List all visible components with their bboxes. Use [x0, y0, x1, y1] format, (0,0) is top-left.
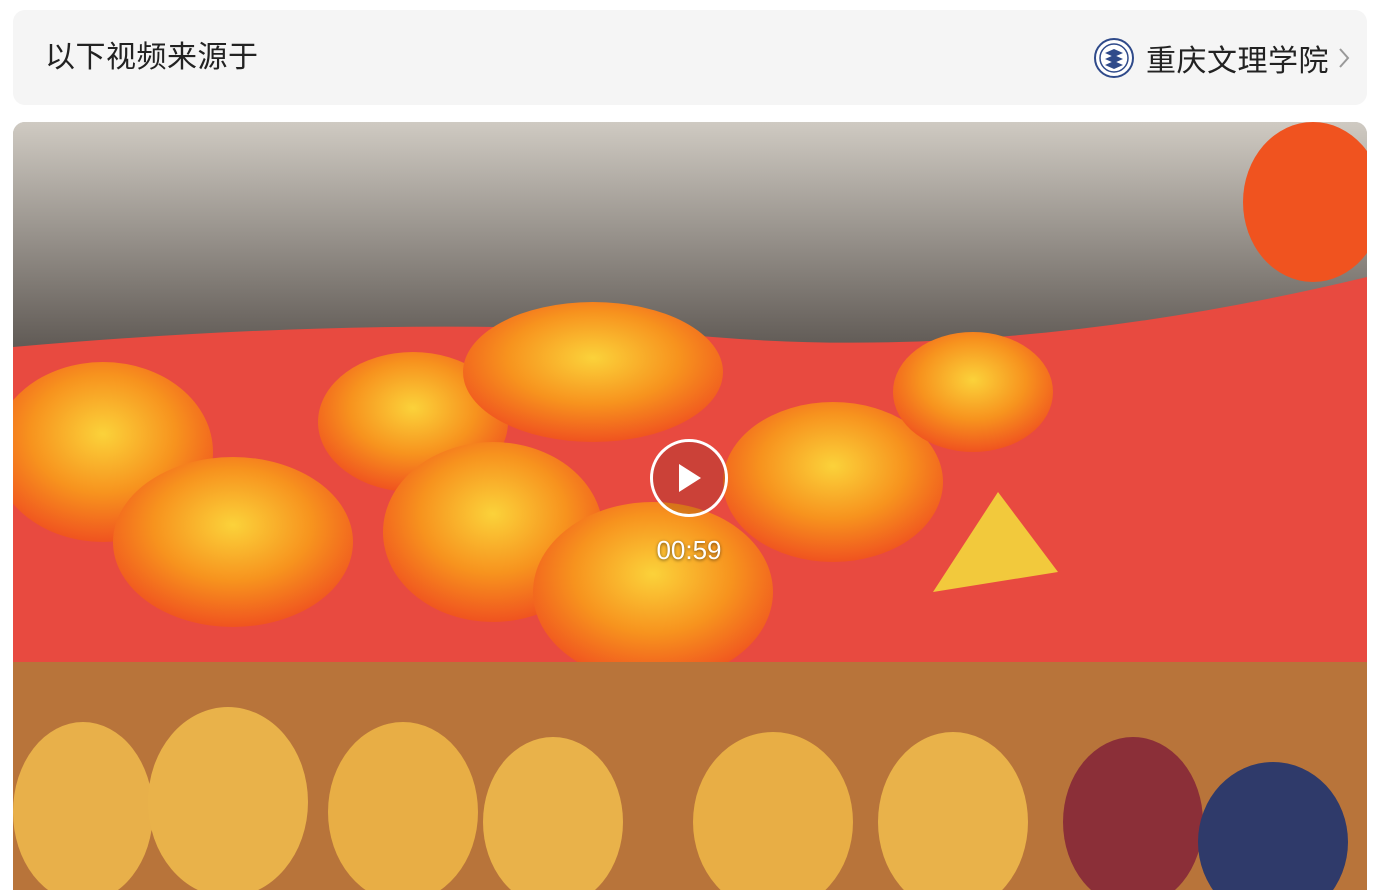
video-player[interactable]: 00:59: [13, 122, 1367, 890]
source-account-link[interactable]: 重庆文理学院: [1094, 10, 1351, 105]
source-prefix-label: 以下视频来源于: [45, 40, 259, 75]
university-logo-icon: [1094, 37, 1134, 78]
video-source-bar: 以下视频来源于 重庆文理学院: [13, 10, 1367, 105]
play-button[interactable]: [650, 439, 728, 517]
chevron-right-icon: [1339, 47, 1350, 68]
video-duration: 00:59: [656, 535, 722, 565]
play-icon: [679, 464, 701, 492]
source-account-name[interactable]: 重庆文理学院: [1146, 36, 1329, 80]
